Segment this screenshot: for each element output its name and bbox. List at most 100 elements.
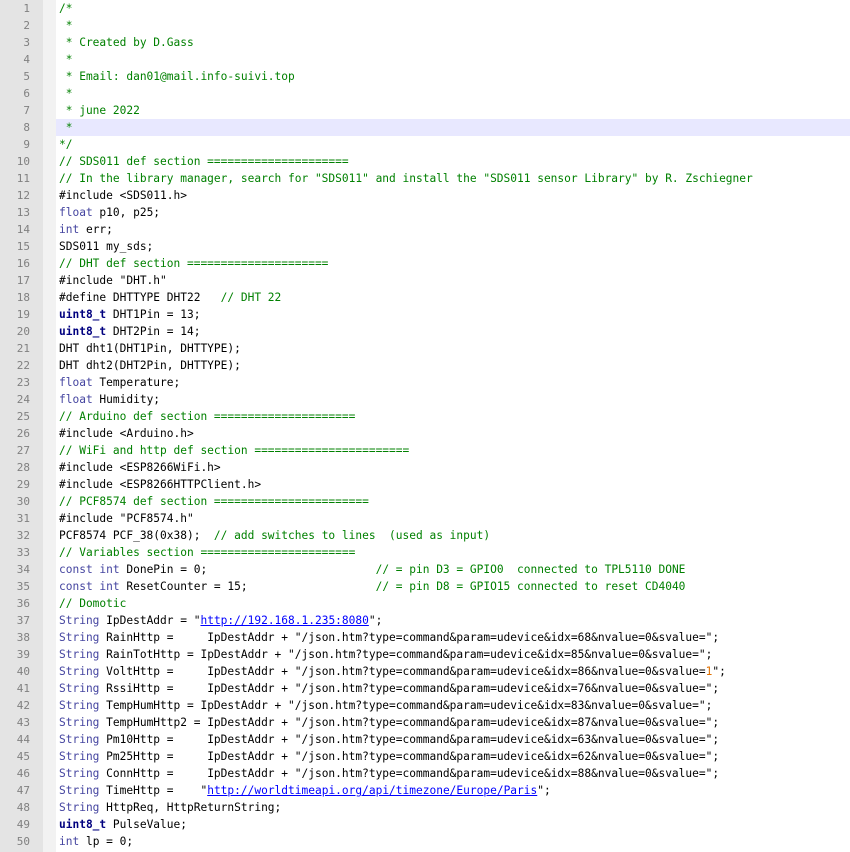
line-text[interactable]: */ (56, 136, 850, 153)
line-text[interactable]: String RainHttp = IpDestAddr + "/json.ht… (56, 629, 850, 646)
code-line[interactable]: 41 String RssiHttp = IpDestAddr + "/json.… (0, 680, 850, 697)
line-text[interactable]: float Temperature; (56, 374, 850, 391)
code-line[interactable]: 2 * (0, 17, 850, 34)
code-line[interactable]: 31 #include "PCF8574.h" (0, 510, 850, 527)
code-line[interactable]: 10 // SDS011 def section ================… (0, 153, 850, 170)
code-line[interactable]: 6 * (0, 85, 850, 102)
code-line[interactable]: 38 String RainHttp = IpDestAddr + "/json.… (0, 629, 850, 646)
code-line[interactable]: 12 #include <SDS011.h> (0, 187, 850, 204)
line-text[interactable]: String Pm25Http = IpDestAddr + "/json.ht… (56, 748, 850, 765)
line-text[interactable]: #define DHTTYPE DHT22 // DHT 22 (56, 289, 850, 306)
code-line[interactable]: 17 #include "DHT.h" (0, 272, 850, 289)
code-editor[interactable]: 1/* 2 * 3 * Created by D.Gass 4 * 5 * Email:… (0, 0, 850, 852)
line-text[interactable]: // SDS011 def section ==================… (56, 153, 850, 170)
line-text[interactable]: String HttpReq, HttpReturnString; (56, 799, 850, 816)
line-text[interactable]: int err; (56, 221, 850, 238)
code-link[interactable]: http://worldtimeapi.org/api/timezone/Eur… (207, 784, 537, 797)
line-text[interactable]: uint8_t DHT1Pin = 13; (56, 306, 850, 323)
code-link[interactable]: http://192.168.1.235:8080 (200, 614, 368, 627)
line-text[interactable]: // In the library manager, search for "S… (56, 170, 850, 187)
code-line[interactable]: 1 /* (0, 0, 850, 17)
code-line[interactable]: 24 float Humidity; (0, 391, 850, 408)
code-line[interactable]: 7 * june 2022 (0, 102, 850, 119)
line-text[interactable]: * Created by D.Gass (56, 34, 850, 51)
line-text[interactable]: // PCF8574 def section =================… (56, 493, 850, 510)
line-text[interactable]: #include <ESP8266WiFi.h> (56, 459, 850, 476)
code-line[interactable]: 8 * (0, 119, 850, 136)
code-line[interactable]: 15 SDS011 my_sds; (0, 238, 850, 255)
line-text[interactable]: #include <Arduino.h> (56, 425, 850, 442)
code-line[interactable]: 42 String TempHumHttp = IpDestAddr + "/js… (0, 697, 850, 714)
code-line[interactable]: 36 // Domotic (0, 595, 850, 612)
line-text[interactable]: String TempHumHttp = IpDestAddr + "/json… (56, 697, 850, 714)
line-text[interactable]: * (56, 119, 850, 136)
line-text[interactable]: String RainTotHttp = IpDestAddr + "/json… (56, 646, 850, 663)
code-line[interactable]: 19 uint8_t DHT1Pin = 13; (0, 306, 850, 323)
code-line[interactable]: 46 String ConnHttp = IpDestAddr + "/json.… (0, 765, 850, 782)
line-text[interactable]: int lp = 0; (56, 833, 850, 850)
line-text[interactable]: const int DonePin = 0; // = pin D3 = GPI… (56, 561, 850, 578)
code-line[interactable]: 33 // Variables section =================… (0, 544, 850, 561)
code-line[interactable]: 37 String IpDestAddr = "http://192.168.1.… (0, 612, 850, 629)
line-text[interactable]: uint8_t DHT2Pin = 14; (56, 323, 850, 340)
code-line[interactable]: 30 // PCF8574 def section ===============… (0, 493, 850, 510)
code-line[interactable]: 47 String TimeHttp = "http://worldtimeapi… (0, 782, 850, 799)
line-text[interactable]: String Pm10Http = IpDestAddr + "/json.ht… (56, 731, 850, 748)
code-line[interactable]: 13 float p10, p25; (0, 204, 850, 221)
code-line[interactable]: 21 DHT dht1(DHT1Pin, DHTTYPE); (0, 340, 850, 357)
line-text[interactable]: // DHT def section ===================== (56, 255, 850, 272)
code-line[interactable]: 48 String HttpReq, HttpReturnString; (0, 799, 850, 816)
code-line[interactable]: 16 // DHT def section ===================… (0, 255, 850, 272)
code-line[interactable]: 29 #include <ESP8266HTTPClient.h> (0, 476, 850, 493)
line-text[interactable]: /* (56, 0, 850, 17)
code-line[interactable]: 44 String Pm10Http = IpDestAddr + "/json.… (0, 731, 850, 748)
code-line[interactable]: 32 PCF8574 PCF_38(0x38); // add switches … (0, 527, 850, 544)
line-text[interactable]: * (56, 17, 850, 34)
line-text[interactable]: float p10, p25; (56, 204, 850, 221)
code-line[interactable]: 9 */ (0, 136, 850, 153)
code-line[interactable]: 4 * (0, 51, 850, 68)
code-line[interactable]: 39 String RainTotHttp = IpDestAddr + "/js… (0, 646, 850, 663)
line-text[interactable]: // Arduino def section =================… (56, 408, 850, 425)
code-line[interactable]: 25 // Arduino def section ===============… (0, 408, 850, 425)
code-line[interactable]: 3 * Created by D.Gass (0, 34, 850, 51)
line-text[interactable]: #include "DHT.h" (56, 272, 850, 289)
line-text[interactable]: #include <ESP8266HTTPClient.h> (56, 476, 850, 493)
line-text[interactable]: String VoltHttp = IpDestAddr + "/json.ht… (56, 663, 850, 680)
code-line[interactable]: 27 // WiFi and http def section =========… (0, 442, 850, 459)
line-text[interactable]: String TempHumHttp2 = IpDestAddr + "/jso… (56, 714, 850, 731)
code-line[interactable]: 28 #include <ESP8266WiFi.h> (0, 459, 850, 476)
line-text[interactable]: String RssiHttp = IpDestAddr + "/json.ht… (56, 680, 850, 697)
line-text[interactable]: * june 2022 (56, 102, 850, 119)
line-text[interactable]: // Variables section ===================… (56, 544, 850, 561)
line-text[interactable]: // WiFi and http def section ===========… (56, 442, 850, 459)
line-text[interactable]: String TimeHttp = "http://worldtimeapi.o… (56, 782, 850, 799)
line-text[interactable]: float Humidity; (56, 391, 850, 408)
line-text[interactable]: uint8_t PulseValue; (56, 816, 850, 833)
code-line[interactable]: 26 #include <Arduino.h> (0, 425, 850, 442)
code-line[interactable]: 18 #define DHTTYPE DHT22 // DHT 22 (0, 289, 850, 306)
code-line[interactable]: 22 DHT dht2(DHT2Pin, DHTTYPE); (0, 357, 850, 374)
code-line[interactable]: 14 int err; (0, 221, 850, 238)
line-text[interactable]: PCF8574 PCF_38(0x38); // add switches to… (56, 527, 850, 544)
line-text[interactable]: String ConnHttp = IpDestAddr + "/json.ht… (56, 765, 850, 782)
code-line[interactable]: 50 int lp = 0; (0, 833, 850, 850)
code-line[interactable]: 34 const int DonePin = 0; // = pin D3 = G… (0, 561, 850, 578)
code-line[interactable]: 23 float Temperature; (0, 374, 850, 391)
code-line[interactable]: 11 // In the library manager, search for … (0, 170, 850, 187)
line-text[interactable]: DHT dht2(DHT2Pin, DHTTYPE); (56, 357, 850, 374)
line-text[interactable]: * (56, 85, 850, 102)
line-text[interactable]: DHT dht1(DHT1Pin, DHTTYPE); (56, 340, 850, 357)
code-line[interactable]: 20 uint8_t DHT2Pin = 14; (0, 323, 850, 340)
code-line[interactable]: 5 * Email: dan01@mail.info-suivi.top (0, 68, 850, 85)
code-line[interactable]: 43 String TempHumHttp2 = IpDestAddr + "/j… (0, 714, 850, 731)
code-line[interactable]: 49 uint8_t PulseValue; (0, 816, 850, 833)
line-text[interactable]: String IpDestAddr = "http://192.168.1.23… (56, 612, 850, 629)
code-line[interactable]: 40 String VoltHttp = IpDestAddr + "/json.… (0, 663, 850, 680)
line-text[interactable]: // Domotic (56, 595, 850, 612)
line-text[interactable]: #include "PCF8574.h" (56, 510, 850, 527)
code-line[interactable]: 45 String Pm25Http = IpDestAddr + "/json.… (0, 748, 850, 765)
line-text[interactable]: * Email: dan01@mail.info-suivi.top (56, 68, 850, 85)
line-text[interactable]: SDS011 my_sds; (56, 238, 850, 255)
line-text[interactable]: const int ResetCounter = 15; // = pin D8… (56, 578, 850, 595)
